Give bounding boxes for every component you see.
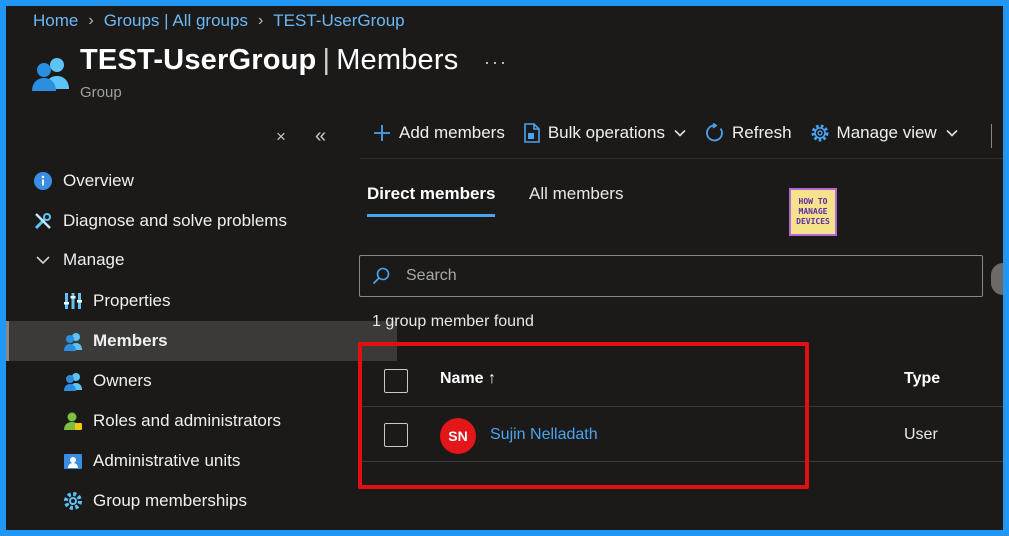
refresh-button[interactable]: Refresh — [705, 123, 792, 143]
result-count: 1 group member found — [372, 313, 534, 330]
manage-view-label: Manage view — [836, 123, 937, 142]
sidebar-item-label: Administrative units — [93, 451, 241, 470]
bulk-operations-button[interactable]: Bulk operations — [523, 123, 687, 143]
chevron-down-icon — [945, 126, 959, 140]
sidebar-item-administrative-units[interactable]: Administrative units — [6, 441, 397, 481]
gear-icon — [63, 491, 83, 511]
sidebar-item-label: Overview — [63, 171, 134, 190]
manage-view-button[interactable]: Manage view — [810, 123, 959, 143]
page-subtitle: Group — [80, 84, 122, 101]
scrollbar-thumb[interactable] — [991, 263, 1003, 295]
owners-icon — [63, 371, 83, 391]
search-input[interactable] — [404, 266, 948, 286]
sidebar-item-label: Roles and administrators — [93, 411, 282, 430]
sidebar-item-label: Owners — [93, 371, 152, 390]
column-header-type[interactable]: Type — [904, 370, 940, 388]
toolbar-divider — [991, 124, 992, 148]
page-title-section: Members — [336, 44, 459, 76]
plus-icon — [372, 123, 392, 143]
page-title: TEST-UserGroup | Members — [80, 44, 459, 76]
sidebar-item-overview[interactable]: Overview — [6, 161, 367, 201]
toolbar: Add members Bulk operations Refresh Mana… — [372, 123, 977, 143]
logo-line: HOW TO — [798, 197, 828, 206]
sidebar-item-properties[interactable]: Properties — [6, 281, 397, 321]
sidebar-item-owners[interactable]: Owners — [6, 361, 397, 401]
search-icon — [372, 267, 390, 285]
sidebar-item-label: Diagnose and solve problems — [63, 211, 287, 230]
add-members-button[interactable]: Add members — [372, 123, 505, 143]
roles-icon — [63, 411, 83, 431]
more-options-icon[interactable]: ··· — [484, 52, 508, 73]
chevron-right-icon: › — [257, 12, 264, 29]
tab-direct-members[interactable]: Direct members — [367, 184, 496, 204]
sidebar-item-group-memberships[interactable]: Group memberships — [6, 481, 397, 521]
breadcrumb-group[interactable]: TEST-UserGroup — [273, 11, 404, 31]
refresh-label: Refresh — [732, 123, 792, 142]
bulk-operations-label: Bulk operations — [547, 123, 666, 142]
sidebar-item-label: Members — [93, 331, 168, 350]
tab-all-members[interactable]: All members — [529, 184, 623, 204]
search-box — [359, 255, 983, 297]
chevron-down-icon — [33, 250, 53, 270]
properties-icon — [63, 291, 83, 311]
sidebar-section-manage[interactable]: Manage — [6, 240, 367, 280]
members-icon — [63, 331, 83, 351]
document-icon — [523, 123, 541, 143]
chevron-right-icon: › — [88, 12, 94, 29]
sidebar-item-label: Manage — [63, 250, 125, 269]
collapse-sidebar-icon[interactable]: « — [315, 125, 326, 148]
chevron-down-icon — [673, 126, 687, 140]
breadcrumb: Home › Groups | All groups › TEST-UserGr… — [33, 11, 405, 31]
breadcrumb-all-groups[interactable]: Groups | All groups — [104, 11, 248, 31]
sidebar-item-members[interactable]: Members — [6, 321, 397, 361]
active-tab-indicator — [367, 214, 495, 217]
sidebar-item-diagnose[interactable]: Diagnose and solve problems — [6, 201, 367, 241]
how-to-manage-devices-logo: HOW TO MANAGE DEVICES — [789, 188, 837, 236]
page-title-group: TEST-UserGroup — [80, 44, 317, 76]
wrench-icon — [33, 211, 53, 231]
sidebar-item-label: Properties — [93, 291, 171, 310]
logo-line: DEVICES — [796, 217, 830, 226]
add-members-label: Add members — [399, 123, 505, 142]
breadcrumb-home[interactable]: Home — [33, 11, 78, 31]
sidebar-item-label: Group memberships — [93, 491, 248, 510]
logo-line: MANAGE — [798, 207, 828, 216]
toolbar-separator — [360, 158, 1003, 159]
group-icon — [32, 58, 69, 91]
info-icon — [33, 171, 53, 191]
member-type: User — [904, 426, 938, 443]
sidebar-item-roles-and-administrators[interactable]: Roles and administrators — [6, 401, 397, 441]
administrative-units-icon — [63, 451, 83, 471]
close-icon[interactable]: × — [276, 127, 286, 147]
portal-frame: Home › Groups | All groups › TEST-UserGr… — [6, 6, 1003, 530]
gear-icon — [810, 123, 830, 143]
refresh-icon — [705, 123, 725, 143]
annotation-highlight-box — [358, 342, 809, 489]
